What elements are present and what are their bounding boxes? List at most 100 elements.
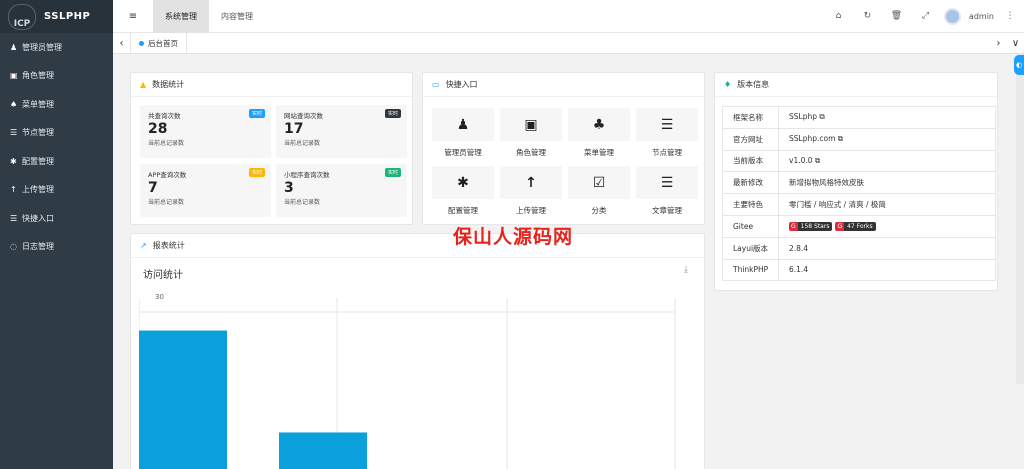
tab-scroll-right-icon[interactable]: › (990, 38, 1007, 49)
stat-value: 3 (284, 180, 294, 196)
version-card: ♦ 版本信息 框架名称 SSLphp ⧉ 官方网址 SSLphp.com ⧉ 当前版本 v… (714, 72, 998, 291)
realtime-badge: 实时 (248, 109, 265, 118)
version-key: 官方网址 (722, 127, 779, 151)
sidebar-item-label: 快捷入口 (22, 213, 54, 223)
version-value: 零门槛 / 响应式 / 清爽 / 极简 (789, 200, 886, 210)
sidebar-item-5[interactable]: ↑ 上传管理 (0, 176, 113, 205)
chart-bar[interactable] (139, 330, 227, 469)
username[interactable]: admin (969, 12, 994, 21)
page-tab-bar: ‹ 后台首页 › ∨ (113, 32, 1024, 54)
quick-entry-label: 配置管理 (448, 206, 478, 215)
asterisk-icon: ✱ (432, 166, 494, 199)
sidebar-item-3[interactable]: ☰ 节点管理 (0, 119, 113, 148)
stat-title: 共查询次数 (148, 112, 181, 120)
list-icon: ☰ (636, 166, 698, 199)
app-name: SSLPHP (44, 11, 91, 22)
bell-icon: ♠ (10, 99, 18, 109)
stat-title: 小程序查询次数 (284, 171, 330, 179)
version-value: 2.8.4 (789, 243, 809, 253)
avatar[interactable] (943, 7, 961, 25)
sidebar-item-6[interactable]: ☰ 快捷入口 (0, 204, 113, 233)
stars-count: 158 Stars (797, 222, 833, 232)
refresh-icon[interactable]: ↻ (853, 11, 882, 21)
quick-title: 快捷入口 (445, 80, 478, 89)
quick-card: ▭ 快捷入口 ♟ 管理员管理 ▣ 角色管理 ♣ 菜单管理 ☰ 节点管理 ✱ 配置管理 ↑ … (422, 72, 705, 225)
report-title: 报表统计 (152, 241, 185, 250)
version-value: 6.1.4 (789, 265, 809, 275)
version-title: 版本信息 (737, 80, 770, 89)
logo[interactable]: ICP SSLPHP (0, 0, 113, 33)
top-tab-content[interactable]: 内容管理 (209, 0, 265, 33)
stat-value: 7 (148, 180, 158, 196)
stat-tile: APP查询次数 实时 7 当前总记录数 (140, 164, 271, 217)
forks-count: 47 Forks (844, 222, 876, 232)
active-dot (139, 40, 144, 46)
realtime-badge: 实时 (248, 168, 265, 177)
version-key: Layui版本 (722, 236, 779, 260)
stat-tile: 网站查询次数 实时 17 当前总记录数 (276, 105, 407, 158)
stat-title: 网站查询次数 (284, 112, 323, 120)
version-row: Gitee G 158 Stars G 47 Forks (722, 214, 996, 238)
line-chart-icon: ↗ (140, 241, 147, 250)
more-icon[interactable]: ⋮ (1004, 11, 1016, 21)
sidebar-item-label: 配置管理 (22, 156, 54, 166)
stat-title: APP查询次数 (148, 171, 187, 179)
version-value: 新增拟物风格特效皮肤 (789, 178, 864, 188)
quick-entry-label: 节点管理 (652, 148, 682, 157)
list-icon: ☰ (636, 108, 698, 141)
user-icon: ♟ (10, 42, 18, 52)
sidebar-item-1[interactable]: ▣ 角色管理 (0, 62, 113, 91)
fire-icon: ♦ (724, 80, 732, 89)
version-row: 框架名称 SSLphp ⧉ (722, 106, 996, 129)
sidebar-item-label: 上传管理 (22, 185, 54, 195)
theme-tag-icon[interactable]: ◐ (1014, 55, 1024, 75)
menu-toggle-icon[interactable]: ≡ (113, 11, 153, 22)
clear-cache-icon[interactable]: 🗑 (882, 11, 911, 21)
sidebar-item-4[interactable]: ✱ 配置管理 (0, 147, 113, 176)
version-row: 最新修改 新增拟物风格特效皮肤 (722, 171, 996, 195)
list-icon: ☰ (10, 213, 18, 223)
sidebar-item-2[interactable]: ♠ 菜单管理 (0, 90, 113, 119)
y-tick-label: 30 (155, 293, 164, 301)
version-key: Gitee (722, 214, 779, 238)
sidebar-item-0[interactable]: ♟ 管理员管理 (0, 33, 113, 62)
calendar-check-icon: ☑ (568, 166, 630, 199)
stat-sub: 当前总记录数 (148, 199, 185, 206)
upload-arrow-icon: ↑ (10, 185, 17, 195)
stat-tile: 共查询次数 实时 28 当前总记录数 (140, 105, 271, 158)
version-row: Layui版本 2.8.4 (722, 236, 996, 260)
quick-entry-label: 角色管理 (516, 148, 546, 157)
version-table: 框架名称 SSLphp ⧉ 官方网址 SSLphp.com ⧉ 当前版本 v1.0.0 ⧉… (722, 106, 996, 282)
quick-entry-label: 上传管理 (516, 206, 546, 215)
page-tab-home[interactable]: 后台首页 (130, 32, 187, 54)
gitee-stars-badge[interactable]: G 158 Stars (789, 222, 833, 232)
realtime-badge: 实时 (384, 109, 401, 118)
asterisk-icon: ✱ (10, 156, 17, 166)
visit-chart: 30 (139, 293, 676, 469)
download-icon[interactable]: ⤓ (684, 265, 688, 275)
top-bar: ≡ 系统管理 内容管理 ⌂ ↻ 🗑 ⤢ admin ⋮ (113, 0, 1024, 33)
version-key: ThinkPHP (722, 258, 779, 282)
stat-sub: 当前总记录数 (284, 199, 321, 206)
user-icon: ♟ (432, 108, 494, 141)
warning-icon: ▲ (140, 80, 147, 89)
stat-tile: 小程序查询次数 实时 3 当前总记录数 (276, 164, 407, 217)
chart-bar[interactable] (279, 432, 367, 469)
home-icon[interactable]: ⌂ (824, 11, 853, 21)
tab-more-icon[interactable]: ∨ (1007, 38, 1024, 49)
realtime-badge: 实时 (384, 168, 401, 177)
gitee-forks-badge[interactable]: G 47 Forks (835, 222, 876, 232)
version-key: 当前版本 (722, 149, 779, 173)
tab-scroll-left-icon[interactable]: ‹ (113, 38, 130, 49)
list-icon: ☰ (10, 128, 18, 138)
fullscreen-icon[interactable]: ⤢ (911, 11, 940, 21)
top-tab-system[interactable]: 系统管理 (153, 0, 209, 33)
quick-entry-label: 文章管理 (652, 206, 682, 215)
scrollbar[interactable] (1016, 54, 1024, 384)
version-value: SSLphp ⧉ (789, 112, 825, 122)
id-card-icon: ▣ (500, 108, 562, 141)
sidebar-item-7[interactable]: ◌ 日志管理 (0, 233, 113, 262)
version-key: 框架名称 (722, 106, 779, 129)
version-key: 最新修改 (722, 171, 779, 195)
sidebar: ICP SSLPHP ♟ 管理员管理 ▣ 角色管理 ♠ 菜单管理 ☰ 节点管理 ✱ 配置管理 ↑ 上传… (0, 0, 113, 469)
